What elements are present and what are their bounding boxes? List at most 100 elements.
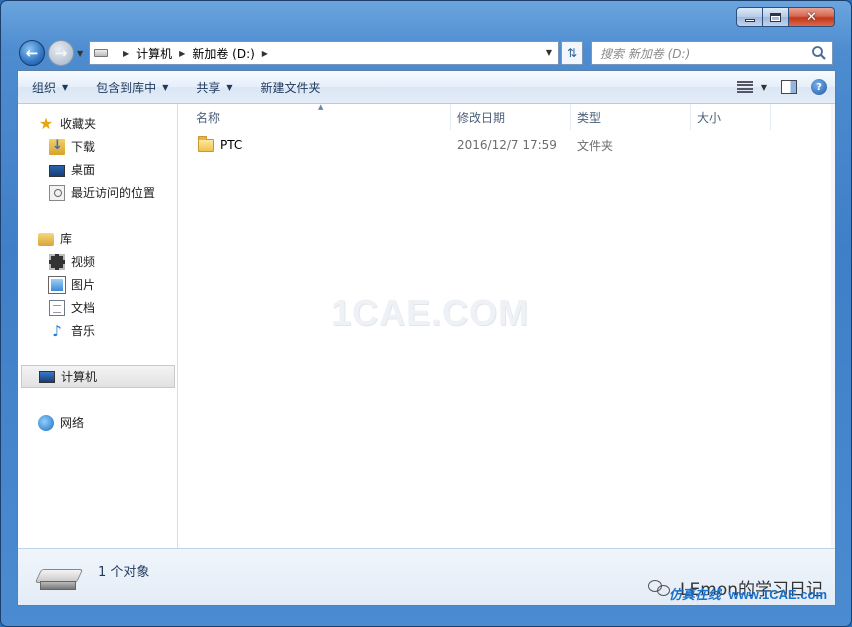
- chevron-right-icon[interactable]: ▶: [262, 49, 268, 58]
- toolbar-right: ▼ ?: [736, 71, 827, 103]
- chevron-down-icon: ▼: [760, 82, 767, 92]
- chevron-down-icon: ▼: [162, 82, 169, 92]
- chevron-down-icon: ▼: [226, 82, 233, 92]
- star-icon: ★: [38, 113, 54, 133]
- chevron-down-icon: ▼: [62, 82, 69, 92]
- help-icon[interactable]: ?: [811, 79, 827, 95]
- column-header-date[interactable]: 修改日期: [451, 104, 571, 130]
- file-name-cell[interactable]: PTC: [178, 134, 451, 156]
- computer-icon: [39, 371, 55, 383]
- sidebar-item-recent-places[interactable]: 最近访问的位置: [18, 181, 177, 204]
- sidebar-item-desktop[interactable]: 桌面: [18, 158, 177, 181]
- sidebar-item-pictures[interactable]: 图片: [18, 273, 177, 296]
- forward-button[interactable]: →: [48, 40, 74, 66]
- address-history-dropdown[interactable]: ▼: [546, 48, 552, 57]
- details-view-icon: [736, 81, 753, 93]
- sidebar-item-label: 网络: [60, 416, 85, 430]
- view-options-button[interactable]: ▼: [736, 81, 767, 93]
- scrollbar-track: [831, 104, 835, 549]
- hard-drive-icon: [34, 569, 84, 593]
- address-bar[interactable]: ▶ 计算机 ▶ 新加卷 (D:) ▶ ▼: [89, 41, 559, 65]
- column-header-type[interactable]: 类型: [571, 104, 691, 130]
- sidebar-item-favorites[interactable]: ★ 收藏夹: [18, 112, 177, 135]
- include-in-library-label: 包含到库中: [96, 80, 157, 95]
- network-icon: [38, 414, 54, 431]
- recent-pages-dropdown[interactable]: ▼: [77, 49, 83, 58]
- refresh-button[interactable]: ⇅: [561, 41, 583, 65]
- sidebar-item-network[interactable]: 网络: [18, 411, 177, 434]
- chevron-right-icon[interactable]: ▶: [179, 49, 185, 58]
- refresh-icon: ⇅: [566, 46, 578, 60]
- sidebar-item-downloads[interactable]: 下载: [18, 135, 177, 158]
- brand-watermark-url: www.1CAE.com: [728, 587, 827, 602]
- sidebar-item-label: 收藏夹: [60, 117, 97, 131]
- search-input[interactable]: 搜索 新加卷 (D:): [591, 41, 833, 65]
- sidebar-item-label: 下载: [71, 140, 96, 154]
- search-icon[interactable]: [811, 45, 827, 61]
- preview-pane-icon[interactable]: [781, 80, 797, 94]
- sidebar-item-label: 最近访问的位置: [71, 186, 156, 200]
- column-headers: ▲ 名称 修改日期 类型 大小: [178, 103, 835, 130]
- new-folder-button[interactable]: 新建文件夹: [247, 71, 335, 103]
- column-label: 类型: [577, 110, 602, 125]
- sidebar-item-label: 库: [60, 232, 73, 246]
- sidebar-item-videos[interactable]: 视频: [18, 250, 177, 273]
- file-type-cell: 文件夹: [577, 138, 614, 153]
- navigation-pane: ★ 收藏夹 下载 桌面 最近访问的位置 库 视频: [18, 104, 178, 549]
- file-date-cell: 2016/12/7 17:59: [457, 138, 557, 152]
- item-count: 1 个对象: [98, 565, 150, 580]
- table-row[interactable]: PTC 2016/12/7 17:59 文件夹: [178, 134, 835, 156]
- organize-button[interactable]: 组织 ▼: [18, 71, 82, 103]
- download-folder-icon: [49, 138, 65, 155]
- minimize-icon: [744, 18, 755, 22]
- share-button[interactable]: 共享 ▼: [182, 71, 246, 103]
- minimize-button[interactable]: [736, 7, 763, 27]
- close-icon: ✕: [806, 9, 817, 25]
- music-library-icon: ♪: [52, 321, 62, 340]
- sidebar-item-label: 视频: [71, 255, 96, 269]
- back-button[interactable]: ←: [19, 40, 45, 66]
- command-bar: 组织 ▼ 包含到库中 ▼ 共享 ▼ 新建文件夹 ▼ ?: [18, 71, 835, 104]
- caption-buttons: ✕: [736, 7, 835, 27]
- new-folder-label: 新建文件夹: [260, 80, 321, 95]
- column-label: 大小: [697, 110, 722, 125]
- video-library-icon: [49, 253, 65, 270]
- close-button[interactable]: ✕: [789, 7, 835, 27]
- sidebar-item-music[interactable]: ♪ 音乐: [18, 319, 177, 342]
- column-header-name[interactable]: 名称: [178, 104, 451, 130]
- sidebar-item-label: 计算机: [61, 370, 98, 384]
- folder-icon: [198, 135, 214, 152]
- breadcrumb-drive-d[interactable]: 新加卷 (D:): [192, 45, 254, 62]
- include-in-library-button[interactable]: 包含到库中 ▼: [82, 71, 182, 103]
- column-label: 修改日期: [457, 110, 506, 125]
- sidebar-item-label: 图片: [71, 278, 96, 292]
- maximize-button[interactable]: [763, 7, 789, 27]
- sidebar-item-computer[interactable]: 计算机: [21, 365, 175, 388]
- column-header-size[interactable]: 大小: [691, 104, 771, 130]
- sidebar-item-label: 音乐: [71, 324, 96, 338]
- back-arrow-icon: ←: [25, 44, 39, 62]
- library-icon: [38, 233, 54, 246]
- maximize-icon: [770, 12, 781, 22]
- breadcrumb-computer[interactable]: 计算机: [136, 45, 172, 62]
- details-pane: 1 个对象 LEmon的学习日记 仿真在线 www.1CAE.com: [18, 548, 835, 605]
- organize-label: 组织: [32, 80, 57, 95]
- sort-ascending-icon: ▲: [318, 103, 324, 111]
- sidebar-item-documents[interactable]: 文档: [18, 296, 177, 319]
- sidebar-item-libraries[interactable]: 库: [18, 227, 177, 250]
- client-area: 组织 ▼ 包含到库中 ▼ 共享 ▼ 新建文件夹 ▼ ? ★ 收藏夹 ↓ 下载 桌…: [17, 70, 836, 606]
- file-list-pane: ▲ 名称 修改日期 类型 大小 PTC 2016/12/7 17:59 文件夹 …: [178, 103, 835, 549]
- sidebar-item-label: 桌面: [71, 163, 96, 177]
- explorer-window: ✕ ← → ▼ ▶ 计算机 ▶ 新加卷 (D:) ▶ ▼ ⇅ 搜索 新加卷 (D…: [0, 0, 852, 627]
- drive-icon: [94, 49, 108, 57]
- forward-arrow-icon: →: [54, 44, 68, 62]
- chevron-right-icon[interactable]: ▶: [123, 49, 129, 58]
- navigation-row: ← → ▼ ▶ 计算机 ▶ 新加卷 (D:) ▶ ▼ ⇅ 搜索 新加卷 (D:): [17, 39, 835, 67]
- share-label: 共享: [196, 80, 221, 95]
- desktop-icon: [49, 164, 65, 177]
- column-label: 名称: [196, 110, 221, 125]
- brand-watermark-cn: 仿真在线: [668, 587, 721, 602]
